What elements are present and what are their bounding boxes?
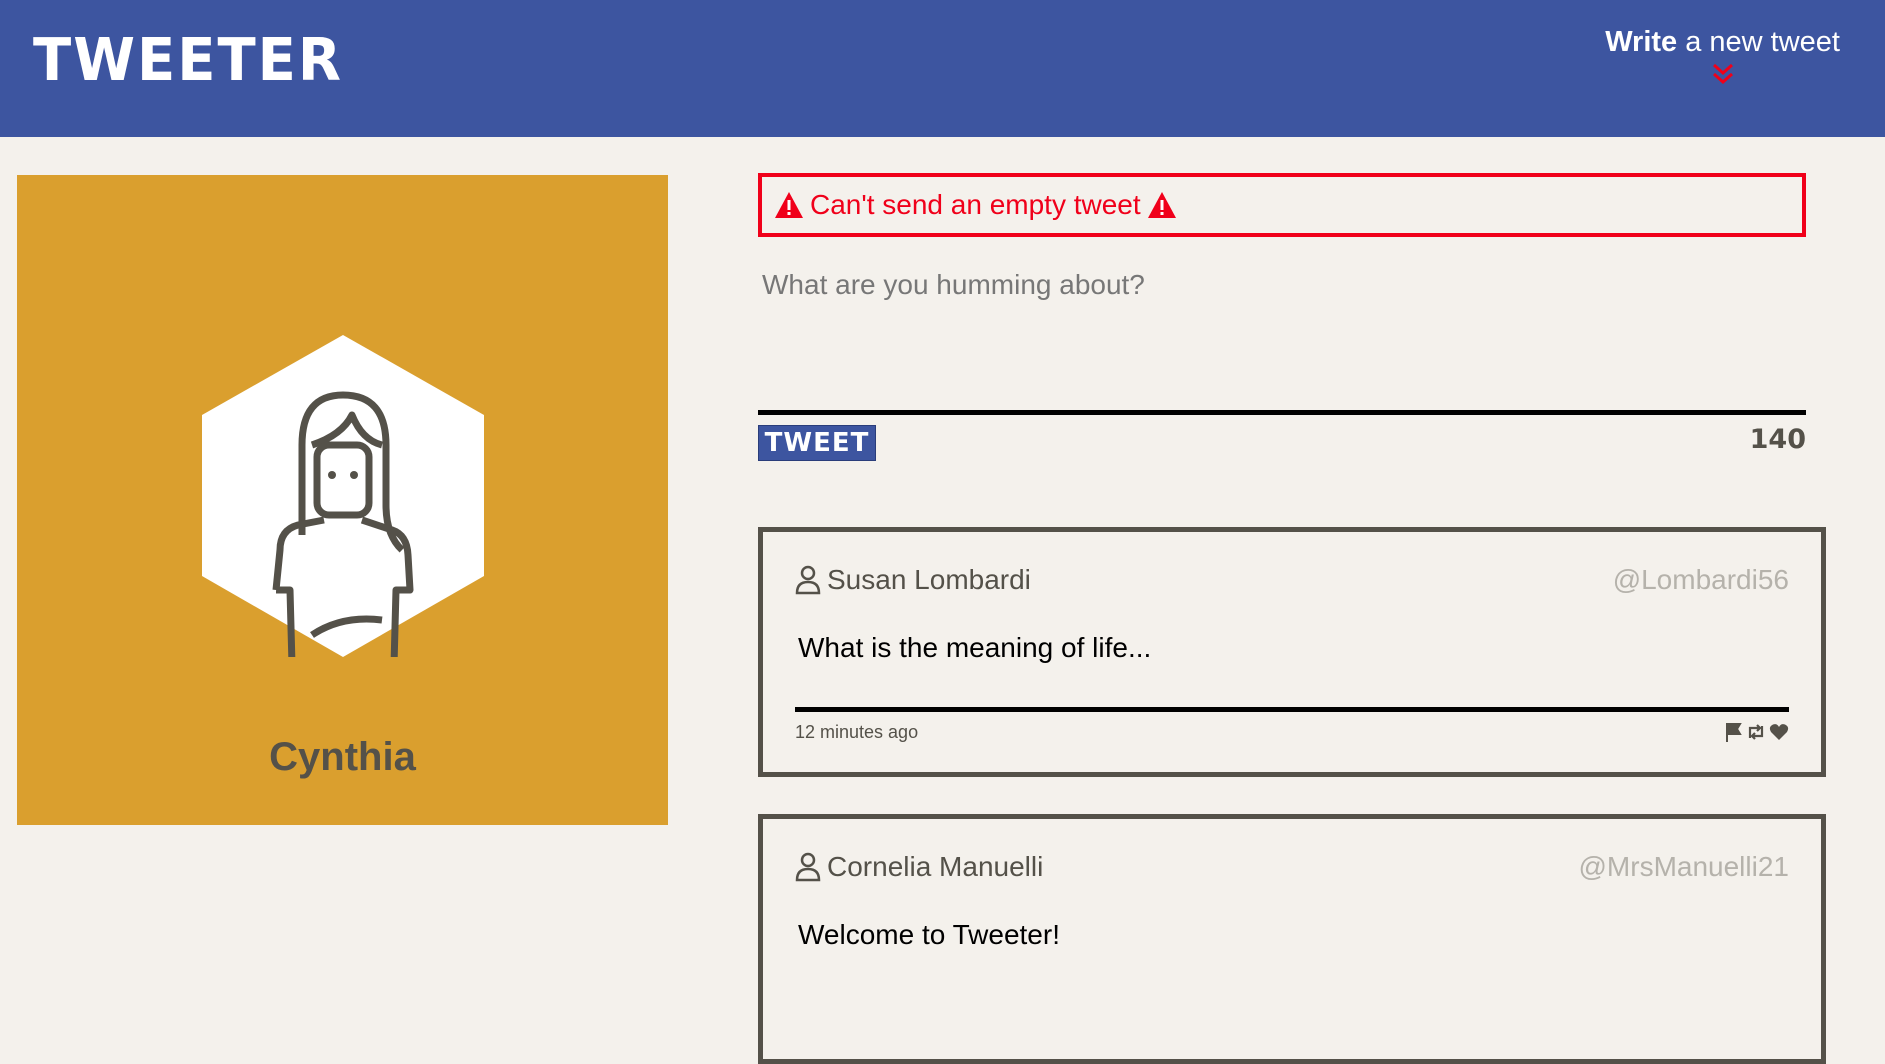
profile-card: Cynthia [17,175,668,825]
tweet-text: What is the meaning of life... [798,632,1152,663]
tweet-button[interactable]: TWEET [758,425,876,461]
tweet-timestamp: 12 minutes ago [795,722,919,742]
tweet-text: Welcome to Tweeter! [798,919,1060,950]
profile-name: Cynthia [269,735,416,779]
divider [758,410,1806,415]
logo: TWEETER [33,26,344,95]
write-label: a new tweet [1677,26,1840,58]
warning-icon [1147,192,1176,218]
avatar [202,335,484,657]
user-icon [795,852,821,882]
character-counter: 140 [1749,424,1806,455]
warning-icon [775,192,803,218]
flag-icon[interactable] [1725,722,1743,747]
tweet-card: Cornelia Manuelli @MrsManuelli21 Welcome… [758,814,1826,1064]
tweet-handle: @Lombardi56 [1612,564,1789,595]
tweet-input[interactable] [758,265,1806,405]
tweet-handle: @MrsManuelli21 [1578,851,1790,882]
error-message: Can't send an empty tweet [758,173,1806,237]
double-chevron-down-icon [1712,63,1733,85]
write-label-bold: Write [1605,26,1678,58]
retweet-icon[interactable] [1746,722,1766,747]
tweet-author: Cornelia Manuelli [827,851,1044,882]
heart-icon[interactable] [1769,722,1789,747]
write-new-tweet-toggle[interactable]: Write a new tweet [1605,26,1840,85]
divider [795,707,1789,712]
error-text: Can't send an empty tweet [810,189,1141,220]
top-nav: TWEETER Write a new tweet [0,0,1885,137]
tweet-author: Susan Lombardi [827,564,1031,595]
user-icon [795,565,821,595]
tweet-card: Susan Lombardi @Lombardi56 What is the m… [758,527,1826,777]
